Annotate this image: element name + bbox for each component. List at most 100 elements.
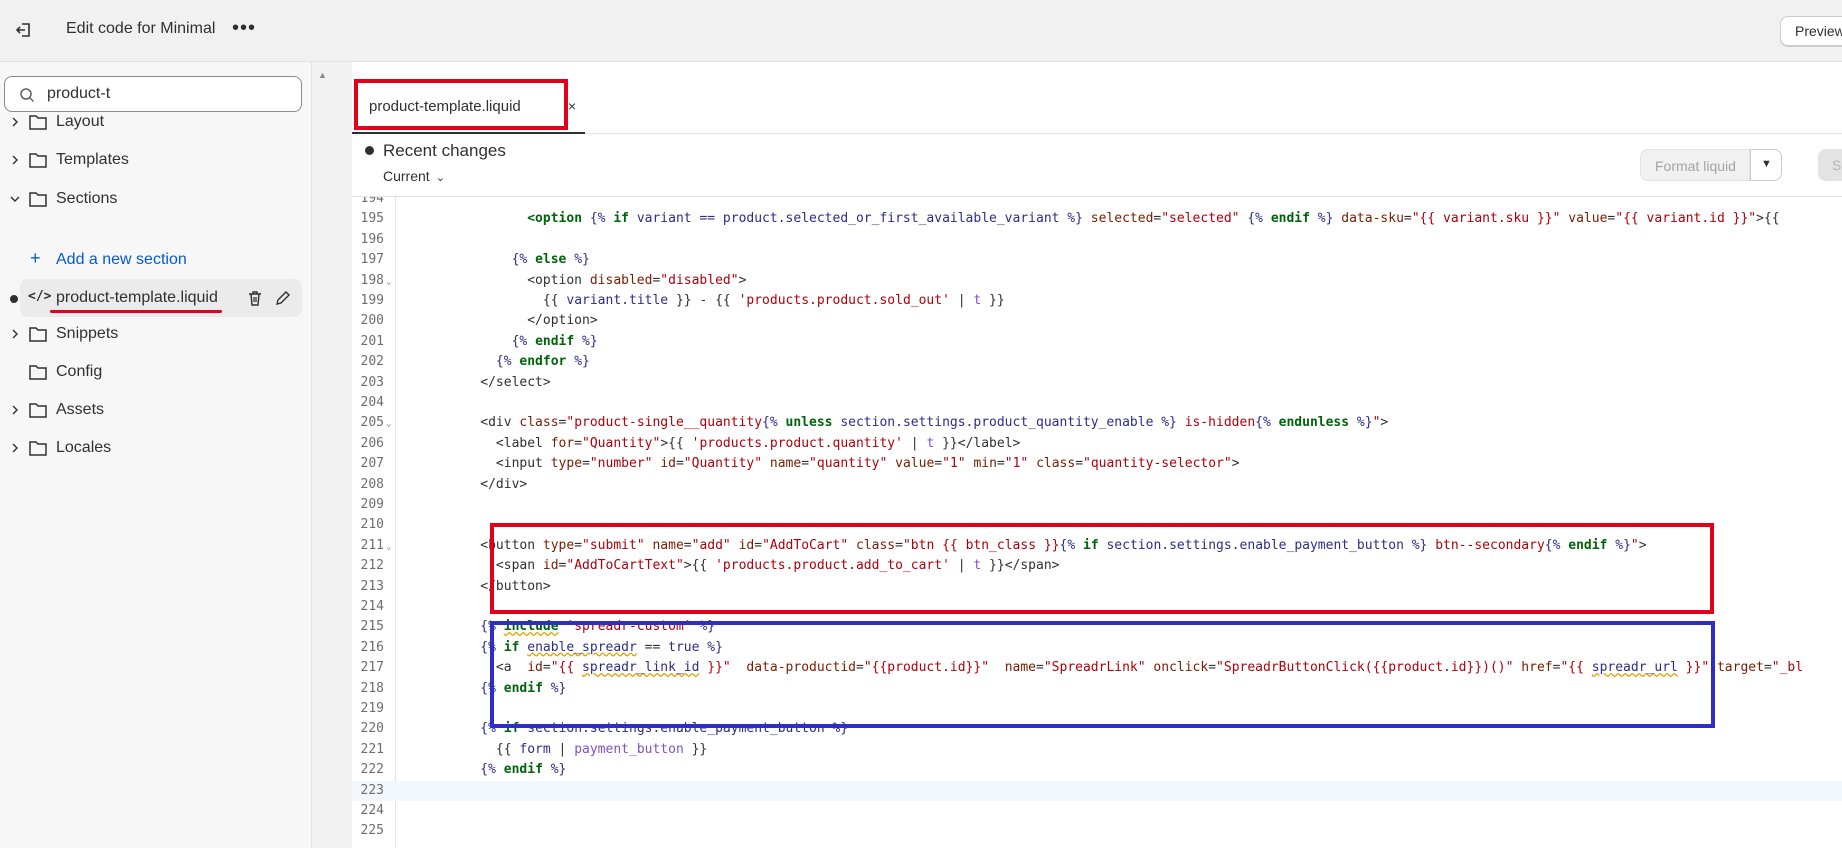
code-line[interactable]: 207 <input type="number" id="Quantity" n… — [352, 454, 1842, 474]
file-sidebar: Layout Templates Sections +Add a new sec… — [0, 62, 312, 848]
line-number: 212 — [360, 558, 384, 574]
folder-templates[interactable]: Templates — [0, 142, 312, 178]
line-number: 206 — [360, 435, 384, 451]
code-text: <option disabled="disabled"> — [402, 272, 747, 288]
folder-config[interactable]: Config — [0, 354, 312, 390]
folder-icon — [29, 327, 47, 342]
code-line[interactable]: 224 — [352, 801, 1842, 821]
changes-bar — [352, 135, 1842, 197]
line-number: 216 — [360, 639, 384, 655]
save-button[interactable]: S — [1818, 149, 1842, 181]
plus-icon: + — [30, 248, 41, 268]
folder-label: Locales — [56, 439, 112, 456]
more-actions-icon[interactable]: ••• — [232, 18, 256, 42]
line-number: 224 — [360, 803, 384, 818]
pencil-icon[interactable] — [274, 289, 292, 307]
top-bar: Edit code for Minimal ••• Preview — [0, 0, 1842, 62]
code-line[interactable]: 200 </option> — [352, 311, 1842, 331]
folder-sections[interactable]: Sections — [0, 181, 312, 217]
folder-icon — [29, 192, 47, 207]
line-number: 223 — [360, 782, 384, 798]
folder-label: Layout — [56, 113, 105, 130]
code-line[interactable]: 206 <label for="Quantity">{{ 'products.p… — [352, 434, 1842, 454]
line-number: 213 — [360, 578, 384, 594]
code-text: {% else %} — [511, 252, 590, 268]
scroll-up-arrow-icon[interactable]: ▲ — [318, 70, 327, 80]
code-line[interactable]: 201 {% endif %} — [352, 332, 1842, 352]
folder-assets[interactable]: Assets — [0, 392, 312, 428]
line-number: 219 — [360, 701, 384, 716]
line-number: 202 — [360, 354, 384, 370]
line-number: 225 — [360, 823, 384, 839]
folder-label: Assets — [56, 401, 105, 418]
code-text: <input type="number" id="Quantity" name=… — [402, 456, 1240, 472]
line-number: 221 — [360, 741, 384, 757]
folder-icon — [29, 365, 47, 380]
sidebar-scrollbar[interactable] — [312, 62, 352, 848]
trash-icon[interactable] — [246, 289, 264, 307]
code-line[interactable]: 202 {% endfor %} — [352, 352, 1842, 372]
search-input[interactable] — [47, 84, 287, 104]
code-line[interactable]: 195 <option {% if variant == product.sel… — [352, 209, 1842, 229]
line-number: 211 — [360, 537, 384, 553]
code-line[interactable]: 203 </select> — [352, 373, 1842, 393]
code-text: {{ form | payment_button }} — [402, 741, 708, 757]
code-line[interactable]: 197 {% else %} — [352, 250, 1842, 270]
chevron-right-icon — [12, 155, 18, 165]
code-text: </select> — [402, 374, 551, 390]
line-number: 207 — [360, 456, 384, 472]
preview-button[interactable]: Preview — [1780, 16, 1842, 46]
line-number: 222 — [360, 762, 384, 778]
code-line[interactable]: 225 — [352, 821, 1842, 841]
chevron-right-icon — [12, 405, 18, 415]
code-line[interactable]: 199 {{ variant.title }} - {{ 'products.p… — [352, 291, 1842, 311]
chevron-right-icon — [12, 443, 18, 453]
fold-chevron-icon[interactable]: ⌄ — [386, 537, 391, 557]
code-line[interactable]: 204 — [352, 393, 1842, 413]
code-line[interactable]: 223 — [352, 780, 1842, 801]
code-file-icon: </> — [28, 289, 52, 304]
red-box-annotation — [490, 523, 1714, 614]
code-line[interactable]: 208 </div> — [352, 475, 1842, 495]
exit-icon[interactable] — [14, 20, 34, 40]
file-product-template[interactable]: </> product-template.liquid — [0, 279, 302, 317]
chevron-down-icon: ⌄ — [435, 172, 445, 184]
code-text: {% endif %} — [511, 333, 598, 349]
folder-locales[interactable]: Locales — [0, 430, 312, 466]
add-section-link[interactable]: + Add a new section — [30, 248, 187, 269]
folder-label: Snippets — [56, 325, 119, 342]
line-number: 203 — [360, 374, 384, 390]
code-line[interactable]: 221 {{ form | payment_button }} — [352, 740, 1842, 760]
fold-chevron-icon[interactable]: ⌄ — [386, 272, 391, 292]
format-liquid-button[interactable]: Format liquid — [1640, 149, 1750, 181]
line-number: 215 — [360, 619, 384, 635]
code-text: <label for="Quantity">{{ 'products.produ… — [402, 435, 1021, 451]
line-number: 205 — [360, 415, 384, 431]
folder-label: Sections — [56, 190, 118, 207]
code-line[interactable]: 198 ⌄ <option disabled="disabled"> — [352, 271, 1842, 291]
line-number: 210 — [360, 517, 384, 533]
code-text: </div> — [402, 476, 528, 492]
code-line[interactable]: 196 — [352, 230, 1842, 250]
close-icon[interactable]: × — [568, 98, 576, 114]
code-line[interactable]: 194 — [352, 197, 1842, 209]
search-icon — [20, 88, 35, 103]
line-number: 208 — [360, 476, 384, 492]
line-number: 218 — [360, 680, 384, 696]
fold-chevron-icon[interactable]: ⌄ — [386, 414, 391, 434]
folder-icon — [29, 115, 47, 130]
code-line[interactable]: 209 — [352, 495, 1842, 515]
version-select[interactable]: Current ⌄ — [383, 168, 445, 184]
folder-label: Templates — [56, 151, 129, 168]
folder-icon — [29, 153, 47, 168]
code-line[interactable]: 205 ⌄ <div class="product-single__quantit… — [352, 413, 1842, 433]
line-number: 194 — [360, 197, 384, 206]
line-number: 204 — [360, 395, 384, 410]
unsaved-dot — [365, 146, 374, 155]
folder-layout[interactable]: Layout — [0, 104, 312, 140]
folder-snippets[interactable]: Snippets — [0, 316, 312, 352]
format-options-chevron-icon[interactable]: ▼ — [1750, 149, 1782, 181]
folder-icon — [29, 441, 47, 456]
code-line[interactable]: 222 {% endif %} — [352, 760, 1842, 780]
recent-changes-title: Recent changes — [383, 141, 506, 160]
